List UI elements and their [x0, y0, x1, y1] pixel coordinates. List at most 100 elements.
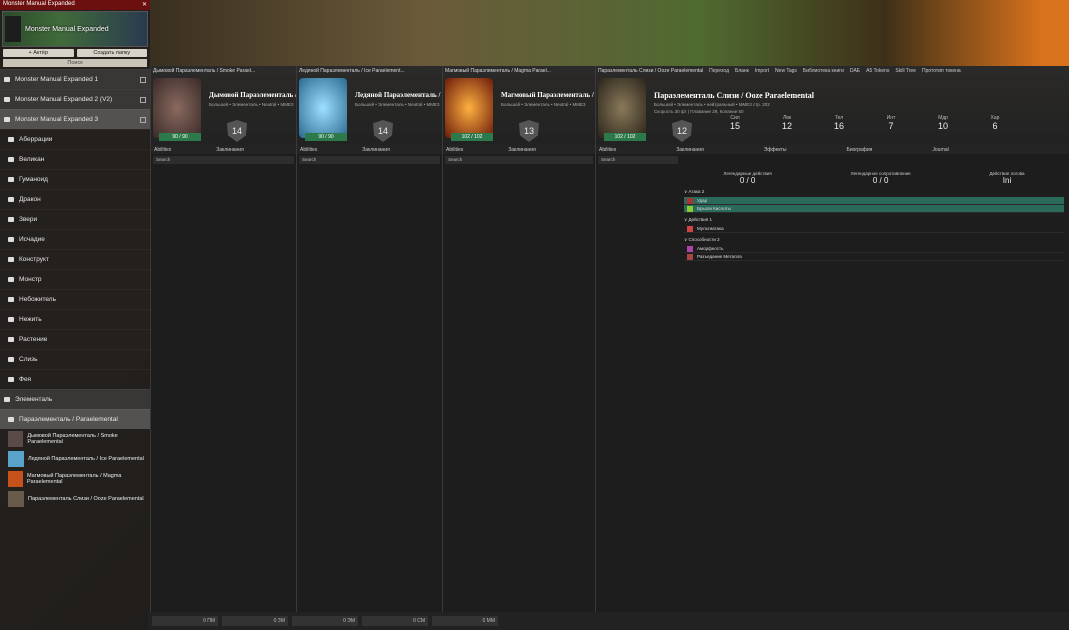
armor-class: 14 — [227, 120, 247, 142]
actor-portrait[interactable] — [598, 78, 646, 138]
folder-icon — [8, 277, 14, 282]
folder-icon — [8, 217, 14, 222]
folder-item[interactable]: Конструкт — [0, 249, 150, 269]
folder-item[interactable]: Гуманоид — [0, 169, 150, 189]
folder-item[interactable]: Растение — [0, 329, 150, 349]
tab-biography[interactable]: Биография — [847, 147, 873, 153]
item-row[interactable]: Брызги Кислоты — [684, 205, 1064, 213]
ability-score[interactable]: Хар 6 — [980, 115, 1010, 131]
search-input[interactable]: Поиск — [3, 59, 147, 67]
actor-entry[interactable]: Дымовой Параэлементаль / Smoke Paraeleme… — [0, 429, 150, 449]
active-actor-sheet: Параэлементаль Слизи / Ooze Paraelementa… — [595, 66, 1069, 630]
ability-score[interactable]: Сил 15 — [720, 115, 750, 131]
actor-name[interactable]: Магмовый Параэлементаль / M — [501, 91, 595, 99]
tab-journal[interactable]: Journal — [932, 147, 948, 153]
search-input[interactable]: Search — [445, 156, 593, 164]
actor-portrait[interactable] — [445, 78, 493, 138]
folder-item[interactable]: Слизь — [0, 349, 150, 369]
actor-meta: Большой • Элементаль • Neutral • MME3 — [209, 102, 294, 107]
actor-entry[interactable]: Параэлементаль Слизи / Ooze Paraelementa… — [0, 489, 150, 509]
tab-spells[interactable]: Заклинания — [508, 147, 536, 153]
tab-spells[interactable]: Заклинания — [676, 147, 704, 153]
toolbar-button[interactable]: Skill Tree — [895, 68, 916, 74]
search-input[interactable]: Search — [299, 156, 440, 164]
item-row[interactable]: Разъедание Металла — [684, 253, 1064, 261]
sidebar-title-bar: Monster Manual Expanded ✕ — [0, 0, 150, 10]
item-row[interactable]: Аморфность — [684, 245, 1064, 253]
add-icon[interactable] — [140, 116, 146, 123]
tab-abilities[interactable]: Abilities — [300, 147, 317, 153]
folder-item[interactable]: Нежить — [0, 309, 150, 329]
toolbar-button[interactable]: Библиотека книги — [803, 68, 844, 74]
actor-portrait[interactable] — [153, 78, 201, 138]
folder-item[interactable]: Фея — [0, 369, 150, 389]
folder-icon — [8, 157, 14, 162]
actor-name[interactable]: Дымовой Параэлементаль / Smoke Paraele — [209, 91, 296, 99]
hp-bar[interactable]: 90 / 90 — [159, 133, 201, 141]
ability-score[interactable]: Инт 7 — [876, 115, 906, 131]
compendium-folder[interactable]: Monster Manual Expanded 2 (V2) — [0, 89, 150, 109]
folder-item[interactable]: Небожитель — [0, 289, 150, 309]
search-input[interactable]: Search — [153, 156, 294, 164]
actor-name[interactable]: Ледяной Параэлементаль / I — [355, 91, 442, 99]
tab-spells[interactable]: Заклинания — [362, 147, 390, 153]
search-input[interactable]: Search — [598, 156, 678, 164]
folder-icon — [8, 237, 14, 242]
item-row[interactable]: Мультиатака — [684, 225, 1064, 233]
actor-portrait[interactable] — [299, 78, 347, 138]
actor-sheet: Дымовой Параэлементаль / Smoke Parael...… — [150, 66, 296, 630]
tab-effects[interactable]: Эффекты — [764, 147, 787, 153]
compendium-folder[interactable]: Monster Manual Expanded 3 — [0, 109, 150, 129]
legendary-resistance: Легендарное сопротивление 0 / 0 — [850, 171, 911, 185]
actor-name[interactable]: Параэлементаль Слизи / Ooze Paraelementa… — [654, 91, 814, 100]
folder-item[interactable]: Монстр — [0, 269, 150, 289]
tab-abilities[interactable]: Abilities — [599, 147, 616, 153]
add-icon[interactable] — [140, 96, 146, 103]
tab-abilities[interactable]: Abilities — [154, 147, 171, 153]
folder-item[interactable]: Аберрации — [0, 129, 150, 149]
folder-item[interactable]: Великан — [0, 149, 150, 169]
folder-item-elemental[interactable]: Элементаль — [0, 389, 150, 409]
ability-score[interactable]: Мдр 10 — [928, 115, 958, 131]
actor-entry[interactable]: Магмовый Параэлементаль / Magma Paraelem… — [0, 469, 150, 489]
close-icon[interactable]: ✕ — [142, 1, 147, 9]
compendium-folder[interactable]: Monster Manual Expanded 1 — [0, 69, 150, 89]
ability-score[interactable]: Лвк 12 — [772, 115, 802, 131]
folder-item[interactable]: Дракон — [0, 189, 150, 209]
actor-entry[interactable]: Ледяной Параэлементаль / Ice Paraelement… — [0, 449, 150, 469]
actor-thumbnail — [8, 451, 24, 467]
folder-item-paraelemental[interactable]: Параэлементаль / Paraelemental — [0, 409, 150, 429]
create-folder-button[interactable]: Создать папку — [76, 49, 147, 57]
currency-sp[interactable]: 0 СМ — [362, 616, 428, 626]
toolbar-button[interactable]: Бланк — [735, 68, 749, 74]
add-icon[interactable] — [140, 76, 146, 83]
hp-bar[interactable]: 90 / 90 — [305, 133, 347, 141]
folder-item[interactable]: Исчадие — [0, 229, 150, 249]
toolbar-button[interactable]: New Tags — [775, 68, 797, 74]
hp-bar[interactable]: 102 / 102 — [451, 133, 493, 141]
legendary-actions: Легендарные действия 0 / 0 — [723, 171, 772, 185]
toolbar-button[interactable]: Import — [755, 68, 769, 74]
item-row[interactable]: Удар — [684, 197, 1064, 205]
armor-class: 13 — [519, 120, 539, 142]
toolbar-button[interactable]: DAE — [850, 68, 860, 74]
currency-pp[interactable]: 0 ПМ — [152, 616, 218, 626]
folder-icon — [4, 397, 10, 402]
currency-ep[interactable]: 0 ЭМ — [292, 616, 358, 626]
folder-item[interactable]: Звери — [0, 209, 150, 229]
hp-bar[interactable]: 102 / 102 — [604, 133, 646, 141]
currency-gp[interactable]: 0 ЗМ — [222, 616, 288, 626]
folder-icon — [8, 177, 14, 182]
armor-class: 14 — [373, 120, 393, 142]
tab-abilities[interactable]: Abilities — [446, 147, 463, 153]
ability-score[interactable]: Тел 16 — [824, 115, 854, 131]
tab-spells[interactable]: Заклинания — [216, 147, 244, 153]
armor-class: 12 — [672, 120, 692, 142]
create-actor-button[interactable]: + Актёр — [3, 49, 74, 57]
folder-icon — [8, 377, 14, 382]
currency-cp[interactable]: 0 ММ — [432, 616, 498, 626]
toolbar-button[interactable]: A5 Tokens — [866, 68, 889, 74]
folder-icon — [4, 77, 10, 82]
toolbar-button[interactable]: Переход — [709, 68, 729, 74]
toolbar-button[interactable]: Прототип токена — [922, 68, 961, 74]
